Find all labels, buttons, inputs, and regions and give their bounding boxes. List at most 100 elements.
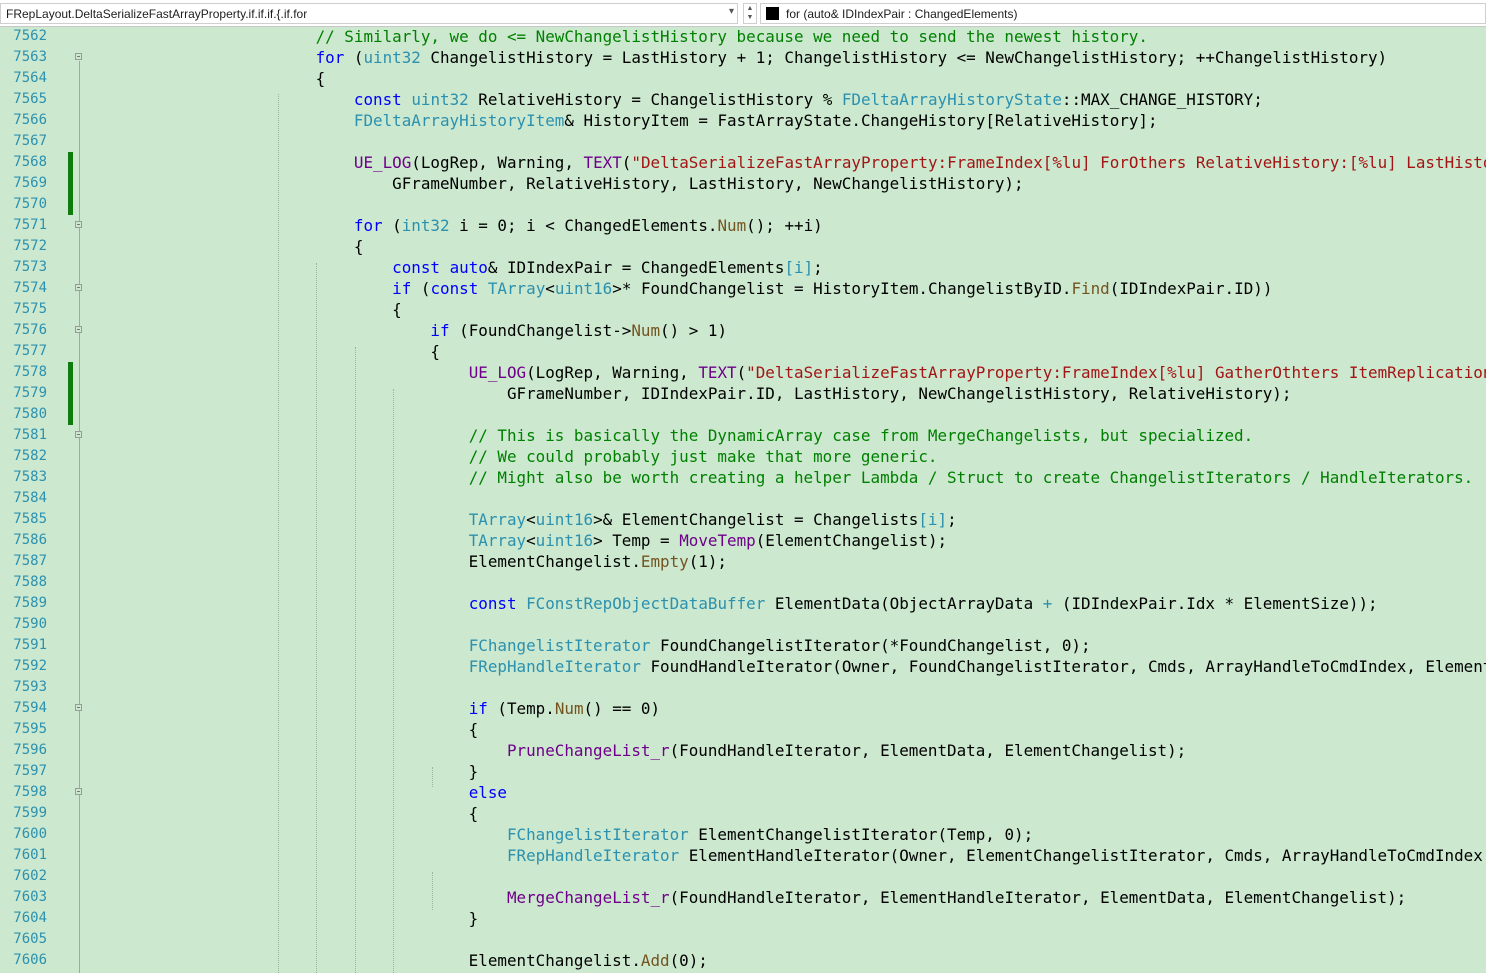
collapse-icon[interactable]	[75, 326, 82, 333]
code-line[interactable]: 7604 }	[0, 908, 1486, 929]
code-line[interactable]: 7597 }	[0, 761, 1486, 782]
code-line[interactable]: 7606 ElementChangelist.Add(0);	[0, 950, 1486, 971]
code-line[interactable]: 7603 MergeChangeList_r(FoundHandleIterat…	[0, 887, 1486, 908]
code-line[interactable]: 7584	[0, 488, 1486, 509]
code-text: FRepHandleIterator FoundHandleIterator(O…	[468, 657, 1486, 676]
code-line[interactable]: 7593	[0, 677, 1486, 698]
chevron-down-icon[interactable]: ▾	[729, 6, 734, 17]
code-line[interactable]: 7594 if (Temp.Num() == 0)	[0, 698, 1486, 719]
code-text: ElementChangelist.Empty(1);	[86, 552, 728, 571]
code-line[interactable]: 7595 {	[0, 719, 1486, 740]
line-number: 7604	[13, 910, 47, 926]
code-editor[interactable]: 7562 // Similarly, we do <= NewChangelis…	[0, 27, 1486, 973]
code-text: FRepHandleIterator ElementHandleIterator…	[506, 846, 1486, 865]
code-text: FChangelistIterator FoundChangelistItera…	[468, 636, 1091, 655]
line-number: 7574	[13, 280, 47, 296]
member-dropdown[interactable]: for (auto& IDIndexPair : ChangedElements…	[760, 3, 1486, 24]
code-line[interactable]: 7599 {	[0, 803, 1486, 824]
line-number: 7572	[13, 238, 47, 254]
line-number: 7570	[13, 196, 47, 212]
change-marker	[68, 362, 73, 383]
code-line[interactable]: 7582 // We could probably just make that…	[0, 446, 1486, 467]
code-line[interactable]: 7563 for (uint32 ChangelistHistory = Las…	[0, 47, 1486, 68]
line-number: 7578	[13, 364, 47, 380]
code-line[interactable]: 7585 TArray<uint16>& ElementChangelist =…	[0, 509, 1486, 530]
code-line[interactable]: 7598 else	[0, 782, 1486, 803]
code-line[interactable]: 7571 for (int32 i = 0; i < ChangedElemen…	[0, 215, 1486, 236]
code-line[interactable]: 7592 FRepHandleIterator FoundHandleItera…	[0, 656, 1486, 677]
code-line[interactable]: 7566 FDeltaArrayHistoryItem& HistoryItem…	[0, 110, 1486, 131]
code-line[interactable]: 7573 const auto& IDIndexPair = ChangedEl…	[0, 257, 1486, 278]
line-number: 7563	[13, 49, 47, 65]
code-line[interactable]: 7579 GFrameNumber, IDIndexPair.ID, LastH…	[0, 383, 1486, 404]
scope-icon	[766, 7, 779, 20]
line-number: 7566	[13, 112, 47, 128]
line-number: 7594	[13, 700, 47, 716]
collapse-icon[interactable]	[75, 53, 82, 60]
code-line[interactable]: 7588	[0, 572, 1486, 593]
line-number: 7575	[13, 301, 47, 317]
code-text: const uint32 RelativeHistory = Changelis…	[353, 90, 1263, 109]
line-number: 7601	[13, 847, 47, 863]
code-line[interactable]: 7578 UE_LOG(LogRep, Warning, TEXT("Delta…	[0, 362, 1486, 383]
line-number: 7583	[13, 469, 47, 485]
code-text: GFrameNumber, IDIndexPair.ID, LastHistor…	[86, 384, 1292, 403]
code-line[interactable]: 7580	[0, 404, 1486, 425]
line-number: 7562	[13, 28, 47, 44]
code-line[interactable]: 7601 FRepHandleIterator ElementHandleIte…	[0, 845, 1486, 866]
scope-dropdown[interactable]: FRepLayout.DeltaSerializeFastArrayProper…	[0, 3, 738, 24]
code-line[interactable]: 7605	[0, 929, 1486, 950]
code-line[interactable]: 7586 TArray<uint16> Temp = MoveTemp(Elem…	[0, 530, 1486, 551]
line-number: 7579	[13, 385, 47, 401]
code-line[interactable]: 7567	[0, 131, 1486, 152]
line-number: 7598	[13, 784, 47, 800]
code-text: FDeltaArrayHistoryItem& HistoryItem = Fa…	[353, 111, 1158, 130]
collapse-icon[interactable]	[75, 284, 82, 291]
line-number: 7582	[13, 448, 47, 464]
code-line[interactable]: 7576 if (FoundChangelist->Num() > 1)	[0, 320, 1486, 341]
code-line[interactable]: 7577 {	[0, 341, 1486, 362]
code-line[interactable]: 7587 ElementChangelist.Empty(1);	[0, 551, 1486, 572]
code-line[interactable]: 7565 const uint32 RelativeHistory = Chan…	[0, 89, 1486, 110]
code-text: PruneChangeList_r(FoundHandleIterator, E…	[506, 741, 1187, 760]
code-line[interactable]: 7583 // Might also be worth creating a h…	[0, 467, 1486, 488]
code-text: {	[86, 720, 479, 739]
code-line[interactable]: 7564 {	[0, 68, 1486, 89]
code-line[interactable]: 7570	[0, 194, 1486, 215]
code-line[interactable]: 7572 {	[0, 236, 1486, 257]
spinner-icon[interactable]: ▲ ▼	[743, 3, 757, 24]
code-line[interactable]: 7590	[0, 614, 1486, 635]
code-line[interactable]: 7574 if (const TArray<uint16>* FoundChan…	[0, 278, 1486, 299]
change-marker	[68, 194, 73, 215]
code-text: {	[86, 69, 326, 88]
code-text: if (Temp.Num() == 0)	[468, 699, 661, 718]
line-number: 7576	[13, 322, 47, 338]
code-line[interactable]: 7568 UE_LOG(LogRep, Warning, TEXT("Delta…	[0, 152, 1486, 173]
collapse-icon[interactable]	[75, 431, 82, 438]
code-line[interactable]: 7581 // This is basically the DynamicArr…	[0, 425, 1486, 446]
change-marker	[68, 383, 73, 404]
line-number: 7586	[13, 532, 47, 548]
code-line[interactable]: 7575 {	[0, 299, 1486, 320]
code-text: }	[86, 762, 479, 781]
code-text: UE_LOG(LogRep, Warning, TEXT("DeltaSeria…	[468, 363, 1486, 382]
collapse-icon[interactable]	[75, 704, 82, 711]
collapse-icon[interactable]	[75, 221, 82, 228]
code-line[interactable]: 7596 PruneChangeList_r(FoundHandleIterat…	[0, 740, 1486, 761]
code-line[interactable]: 7602	[0, 866, 1486, 887]
code-line[interactable]: 7591 FChangelistIterator FoundChangelist…	[0, 635, 1486, 656]
code-line[interactable]: 7589 const FConstRepObjectDataBuffer Ele…	[0, 593, 1486, 614]
line-number: 7597	[13, 763, 47, 779]
code-text: {	[86, 342, 440, 361]
line-number: 7577	[13, 343, 47, 359]
line-number: 7602	[13, 868, 47, 884]
code-text: // We could probably just make that more…	[468, 447, 938, 466]
code-line[interactable]: 7562 // Similarly, we do <= NewChangelis…	[0, 27, 1486, 47]
line-number: 7584	[13, 490, 47, 506]
line-number: 7593	[13, 679, 47, 695]
line-number: 7590	[13, 616, 47, 632]
collapse-icon[interactable]	[75, 788, 82, 795]
line-number: 7568	[13, 154, 47, 170]
code-line[interactable]: 7600 FChangelistIterator ElementChangeli…	[0, 824, 1486, 845]
code-line[interactable]: 7569 GFrameNumber, RelativeHistory, Last…	[0, 173, 1486, 194]
